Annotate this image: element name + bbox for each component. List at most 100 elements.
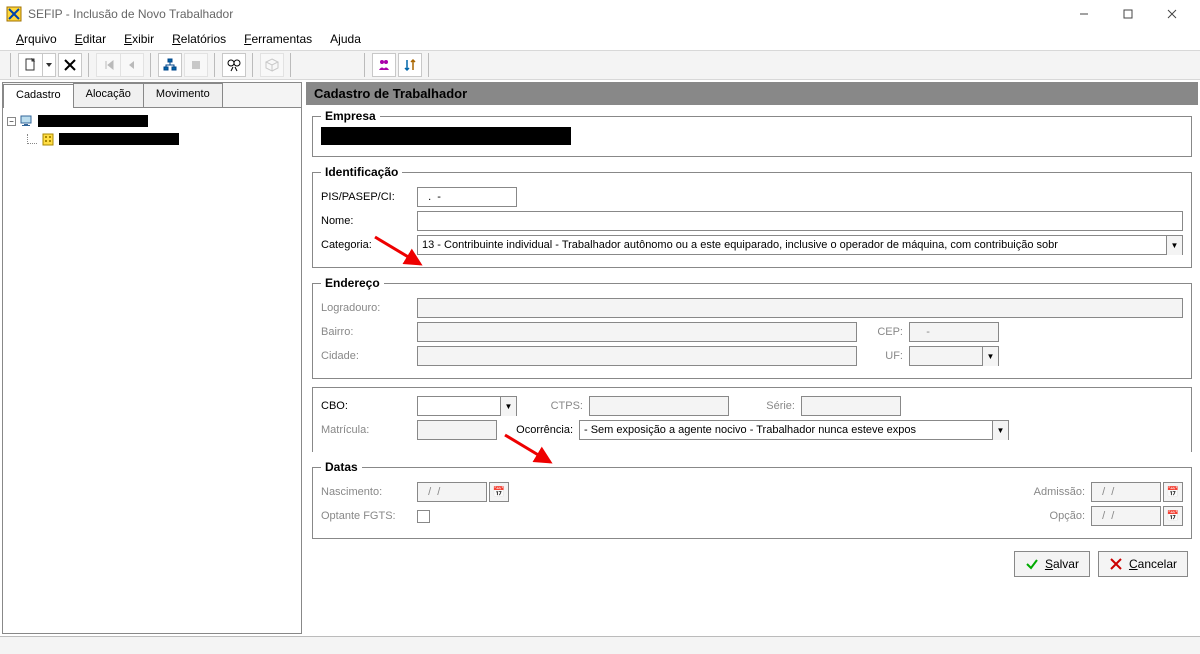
sort-button[interactable]: [398, 53, 422, 77]
serie-input: [801, 396, 901, 416]
chevron-down-icon: ▼: [982, 347, 998, 366]
categoria-select[interactable]: 13 - Contribuinte individual - Trabalhad…: [417, 235, 1183, 255]
fieldset-extra: CBO: ▼ CTPS: Série: Matrícula: Ocorrênci…: [312, 387, 1192, 452]
titlebar: SEFIP - Inclusão de Novo Trabalhador: [0, 0, 1200, 28]
empresa-legend: Empresa: [321, 109, 380, 123]
pis-label: PIS/PASEP/CI:: [321, 191, 411, 203]
admissao-label: Admissão:: [1015, 486, 1085, 498]
close-button[interactable]: [1150, 1, 1194, 27]
fieldset-empresa: Empresa: [312, 109, 1192, 157]
tree[interactable]: −: [3, 107, 301, 633]
cancel-label: ancelar: [1138, 557, 1177, 571]
calendar-icon: 📅: [1163, 482, 1183, 502]
ocorrencia-value: - Sem exposição a agente nocivo - Trabal…: [580, 424, 992, 436]
nascimento-label: Nascimento:: [321, 486, 411, 498]
tree-child-label: [59, 133, 179, 145]
cancel-button[interactable]: Cancelar: [1098, 551, 1188, 577]
calendar-icon: 📅: [1163, 506, 1183, 526]
tree-root-label: [38, 115, 148, 127]
bairro-input: [417, 322, 857, 342]
nome-label: Nome:: [321, 215, 411, 227]
hierarchy-button[interactable]: [158, 53, 182, 77]
cross-icon: [1109, 557, 1123, 571]
ocorrencia-select[interactable]: - Sem exposição a agente nocivo - Trabal…: [579, 420, 1009, 440]
empresa-value-redacted: [321, 127, 571, 145]
save-button[interactable]: Salvar: [1014, 551, 1090, 577]
ctps-label: CTPS:: [523, 400, 583, 412]
cep-input: [909, 322, 999, 342]
nav-prev-button[interactable]: [120, 53, 144, 77]
pis-input[interactable]: [417, 187, 517, 207]
save-label: alvar: [1053, 557, 1079, 571]
form-panel: Cadastro de Trabalhador Empresa Identifi…: [306, 82, 1198, 634]
identificacao-legend: Identificação: [321, 165, 402, 179]
users-button[interactable]: [372, 53, 396, 77]
window-title: SEFIP - Inclusão de Novo Trabalhador: [28, 7, 1062, 21]
new-doc-button[interactable]: [18, 53, 42, 77]
maximize-button[interactable]: [1106, 1, 1150, 27]
tab-cadastro[interactable]: Cadastro: [3, 84, 74, 108]
uf-select: ▼: [909, 346, 999, 366]
app-icon: [6, 6, 22, 22]
opcao-label: Opção:: [1015, 510, 1085, 522]
new-doc-dropdown-button[interactable]: [42, 53, 56, 77]
computer-icon: [20, 114, 34, 128]
cidade-input: [417, 346, 857, 366]
delete-button[interactable]: [58, 53, 82, 77]
chevron-down-icon: ▼: [992, 421, 1008, 440]
stop-button[interactable]: [184, 53, 208, 77]
logradouro-label: Logradouro:: [321, 302, 411, 314]
cidade-label: Cidade:: [321, 350, 411, 362]
serie-label: Série:: [735, 400, 795, 412]
nascimento-input: [417, 482, 487, 502]
cbo-label: CBO:: [321, 400, 411, 412]
menu-arquivo[interactable]: Arquivo: [8, 30, 65, 48]
toolbar: [0, 50, 1200, 80]
menu-ferramentas[interactable]: Ferramentas: [236, 30, 320, 48]
cbo-select[interactable]: ▼: [417, 396, 517, 416]
opcao-input: [1091, 506, 1161, 526]
sidebar: Cadastro Alocação Movimento −: [2, 82, 302, 634]
endereco-legend: Endereço: [321, 276, 384, 290]
tab-alocacao[interactable]: Alocação: [73, 83, 144, 107]
nascimento-picker: 📅: [417, 482, 509, 502]
cube-button[interactable]: [260, 53, 284, 77]
chevron-down-icon: ▼: [500, 397, 516, 416]
cep-label: CEP:: [863, 326, 903, 338]
statusbar: [0, 636, 1200, 654]
nome-input[interactable]: [417, 211, 1183, 231]
admissao-input: [1091, 482, 1161, 502]
panel-title: Cadastro de Trabalhador: [306, 82, 1198, 105]
collapse-icon[interactable]: −: [7, 117, 16, 126]
check-icon: [1025, 557, 1039, 571]
bairro-label: Bairro:: [321, 326, 411, 338]
logradouro-input: [417, 298, 1183, 318]
minimize-button[interactable]: [1062, 1, 1106, 27]
menubar: Arquivo Editar Exibir Relatórios Ferrame…: [0, 28, 1200, 50]
matricula-label: Matrícula:: [321, 424, 411, 436]
optante-checkbox: [417, 510, 430, 523]
fieldset-identificacao: Identificação PIS/PASEP/CI: Nome: Catego…: [312, 165, 1192, 268]
admissao-picker: 📅: [1091, 482, 1183, 502]
tab-movimento[interactable]: Movimento: [143, 83, 223, 107]
tree-root[interactable]: −: [7, 112, 297, 130]
opcao-picker: 📅: [1091, 506, 1183, 526]
uf-label: UF:: [863, 350, 903, 362]
datas-legend: Datas: [321, 460, 362, 474]
tree-child[interactable]: [7, 130, 297, 148]
menu-relatorios[interactable]: Relatórios: [164, 30, 234, 48]
ocorrencia-label: Ocorrência:: [503, 424, 573, 436]
menu-exibir[interactable]: Exibir: [116, 30, 162, 48]
menu-editar[interactable]: Editar: [67, 30, 114, 48]
ctps-input: [589, 396, 729, 416]
fieldset-datas: Datas Nascimento: 📅 Admissão: 📅 Optante …: [312, 460, 1192, 539]
search-button[interactable]: [222, 53, 246, 77]
calendar-icon: 📅: [489, 482, 509, 502]
optante-label: Optante FGTS:: [321, 510, 411, 522]
fieldset-endereco: Endereço Logradouro: Bairro: CEP: Cidade…: [312, 276, 1192, 379]
chevron-down-icon: ▼: [1166, 236, 1182, 255]
menu-ajuda[interactable]: Ajuda: [322, 30, 369, 48]
matricula-input: [417, 420, 497, 440]
categoria-label: Categoria:: [321, 239, 411, 251]
nav-first-button[interactable]: [96, 53, 120, 77]
